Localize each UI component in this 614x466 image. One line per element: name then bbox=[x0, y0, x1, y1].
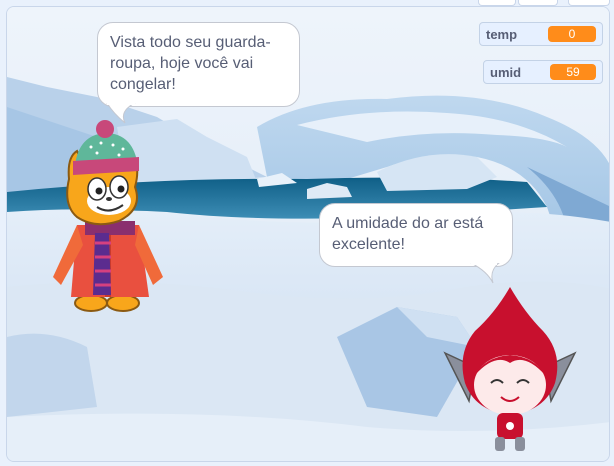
scratch-cat-sprite-icon[interactable] bbox=[39, 117, 179, 317]
monitor-value: 59 bbox=[550, 64, 596, 80]
cat-speech-text: Vista todo seu guarda-roupa, hoje você v… bbox=[110, 34, 271, 93]
monitor-value: 0 bbox=[548, 26, 596, 42]
pico-speech-text: A umidade do ar está excelente! bbox=[332, 215, 484, 253]
monitor-label: umid bbox=[490, 64, 522, 80]
variable-monitor-temp: temp 0 bbox=[479, 22, 603, 46]
variable-monitor-umid: umid 59 bbox=[483, 60, 603, 84]
pico-speech-bubble: A umidade do ar está excelente! bbox=[319, 203, 513, 267]
cat-speech-bubble: Vista todo seu guarda-roupa, hoje você v… bbox=[97, 22, 300, 107]
pico-sprite-icon[interactable] bbox=[435, 283, 585, 458]
stage[interactable]: temp 0 umid 59 Vista todo seu guarda-rou… bbox=[6, 6, 610, 462]
monitor-label: temp bbox=[486, 26, 518, 42]
